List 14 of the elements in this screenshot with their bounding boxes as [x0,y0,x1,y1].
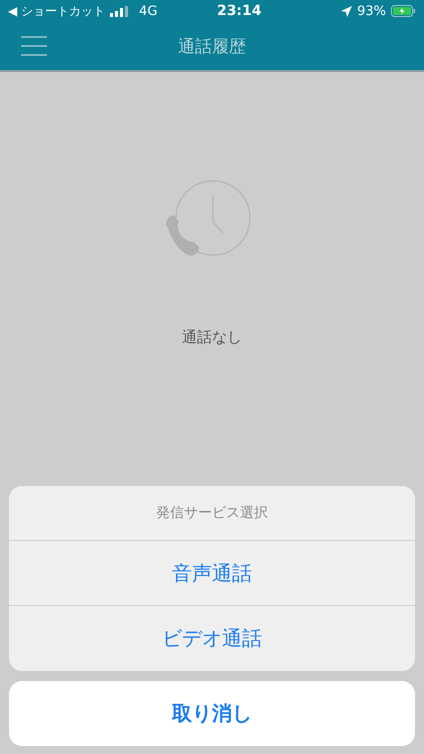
battery-icon [390,5,416,17]
battery-percent: 93% [357,4,386,18]
clock: 23:14 [216,3,263,19]
call-option[interactable]: ビデオ通話 [9,606,415,671]
call-option[interactable]: 音声通話 [9,541,415,606]
location-icon [341,6,352,16]
network-label: 4G [139,4,158,18]
back-to-app-link[interactable]: ◀ ショートカット [8,2,106,20]
menu-icon[interactable] [21,36,47,56]
cancel-button[interactable]: 取り消し [9,681,415,746]
empty-message: 通話なし [182,328,242,347]
signal-icon [110,6,128,16]
sheet-title: 発信サービス選択 [9,486,415,541]
screen-title: 通話履歴 [178,36,246,58]
